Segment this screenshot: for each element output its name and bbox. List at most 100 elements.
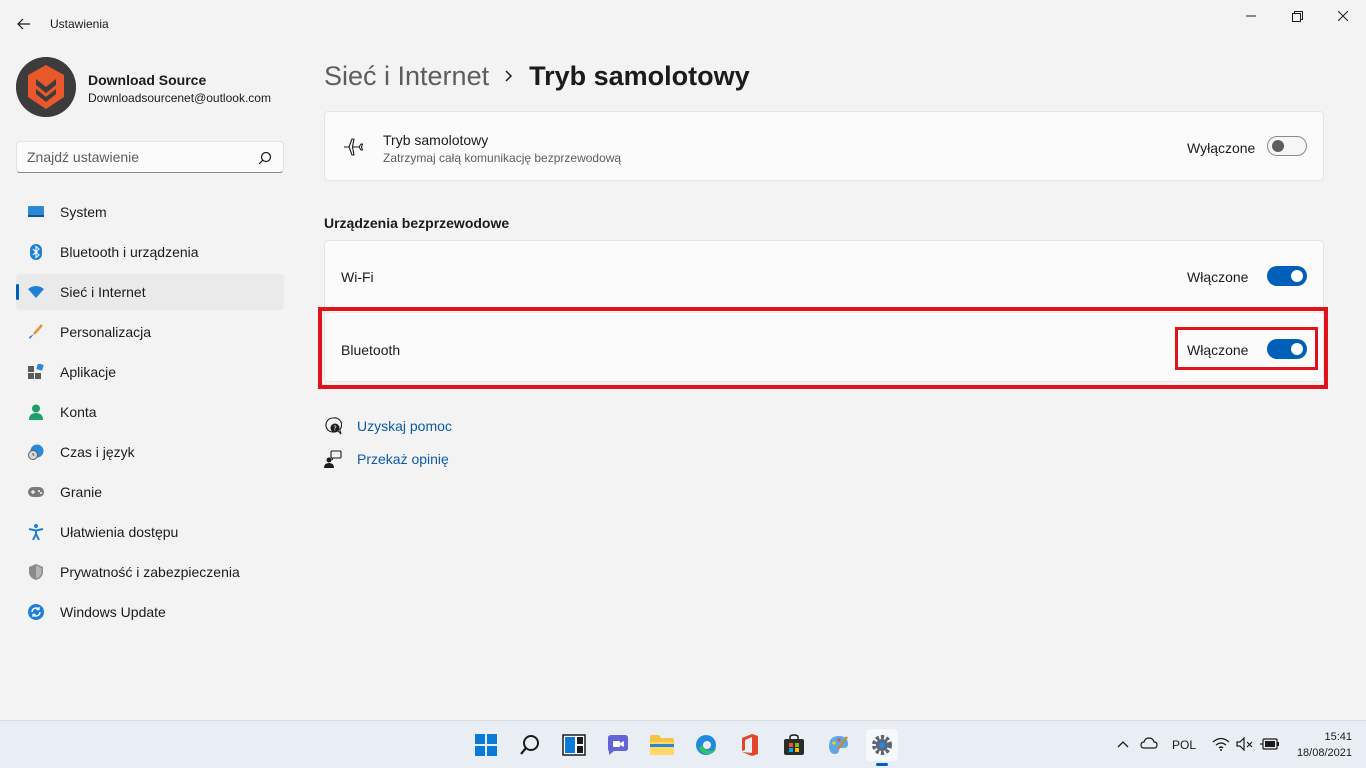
airplane-mode-title: Tryb samolotowy [383, 132, 489, 148]
section-title: Urządzenia bezprzewodowe [324, 215, 510, 231]
network-icon [28, 284, 44, 300]
restore-icon [1291, 10, 1303, 22]
back-button[interactable] [12, 12, 36, 36]
airplane-mode-description: Zatrzymaj całą komunikację bezprzewodową [383, 151, 622, 165]
sidebar-item-label: Windows Update [60, 604, 166, 620]
close-icon [1338, 11, 1348, 21]
airplane-mode-card: Tryb samolotowy Zatrzymaj całą komunikac… [324, 111, 1324, 181]
toggle-knob [1272, 140, 1284, 152]
sidebar-item-label: Czas i język [60, 444, 135, 460]
battery-tray-button[interactable] [1260, 737, 1280, 754]
taskbar: POL 15:41 18/08/2021 [0, 720, 1366, 768]
window-title: Ustawienia [50, 17, 109, 31]
breadcrumb: Sieć i Internet Tryb samolotowy [324, 58, 750, 94]
battery-charging-icon [1260, 738, 1279, 750]
office-button[interactable] [734, 729, 766, 761]
back-arrow-icon [17, 18, 30, 30]
svg-text:?: ? [333, 425, 337, 433]
volume-tray-button[interactable] [1236, 736, 1254, 754]
onedrive-tray-button[interactable] [1140, 737, 1158, 752]
close-button[interactable] [1320, 0, 1366, 32]
task-view-icon [562, 734, 586, 756]
task-view-button[interactable] [558, 729, 590, 761]
sidebar-item-system[interactable]: System [16, 194, 284, 230]
sidebar-item-privacy[interactable]: Prywatność i zabezpieczenia [16, 554, 284, 590]
edge-button[interactable] [690, 729, 722, 761]
breadcrumb-parent[interactable]: Sieć i Internet [324, 61, 489, 92]
help-icon: ? [325, 417, 342, 435]
bluetooth-icon [28, 244, 44, 260]
sidebar-item-label: System [60, 204, 107, 220]
settings-button[interactable] [866, 729, 898, 766]
sidebar-item-label: Granie [60, 484, 103, 500]
sidebar-item-label: Konta [60, 404, 97, 420]
clock-date: 18/08/2021 [1296, 747, 1352, 759]
network-tray-button[interactable] [1212, 737, 1230, 754]
paint-button[interactable] [822, 729, 854, 761]
get-help-label[interactable]: Uzyskaj pomoc [357, 418, 452, 434]
title-bar: Ustawienia [0, 0, 1366, 48]
office-icon [742, 734, 758, 756]
airplane-mode-state: Wyłączone [1187, 140, 1256, 156]
search-input[interactable] [27, 148, 247, 166]
minimize-button[interactable] [1228, 0, 1274, 32]
store-icon [784, 734, 804, 755]
search-box[interactable] [16, 141, 284, 173]
wifi-label: Wi-Fi [341, 269, 374, 285]
volume-muted-icon [1236, 736, 1253, 752]
taskbar-search-button[interactable] [514, 729, 546, 761]
edge-icon [696, 735, 716, 755]
sidebar-item-network[interactable]: Sieć i Internet [16, 274, 284, 310]
brush-icon [28, 324, 44, 340]
sidebar-item-label: Aplikacje [60, 364, 117, 380]
accessibility-icon [28, 524, 44, 540]
get-help-link[interactable]: ? Uzyskaj pomoc [324, 417, 452, 435]
sidebar-item-time-language[interactable]: Czas i język [16, 434, 284, 470]
clock[interactable]: 15:41 18/08/2021 [1297, 729, 1352, 761]
search-icon [520, 735, 539, 755]
airplane-mode-toggle[interactable] [1267, 136, 1307, 156]
toggle-knob [1291, 270, 1303, 282]
wifi-toggle[interactable] [1267, 266, 1307, 286]
system-icon [28, 204, 44, 220]
start-icon [475, 734, 497, 756]
sidebar-item-accessibility[interactable]: Ułatwienia dostępu [16, 514, 284, 550]
feedback-icon [324, 450, 342, 468]
profile-email: Downloadsourcenet@outlook.com [88, 91, 271, 105]
sidebar-item-label: Personalizacja [60, 324, 152, 340]
settings-icon [872, 735, 892, 755]
wifi-icon [1212, 737, 1230, 751]
chevron-up-icon [1117, 741, 1129, 748]
shield-icon [28, 564, 44, 580]
minimize-icon [1246, 15, 1256, 17]
store-button[interactable] [778, 729, 810, 761]
apps-icon [28, 364, 44, 380]
avatar[interactable] [16, 57, 76, 117]
sidebar-nav: System Bluetooth i urządzenia Sieć i Int… [16, 194, 284, 634]
sidebar-item-label: Bluetooth i urządzenia [60, 244, 199, 260]
page-title: Tryb samolotowy [529, 60, 750, 91]
file-explorer-button[interactable] [646, 729, 678, 761]
windows-update-icon [28, 604, 44, 620]
download-source-logo-icon [16, 57, 76, 117]
profile-name: Download Source [88, 72, 207, 88]
sidebar-item-bluetooth[interactable]: Bluetooth i urządzenia [16, 234, 284, 270]
restore-button[interactable] [1274, 0, 1320, 32]
sidebar-item-personalization[interactable]: Personalizacja [16, 314, 284, 350]
active-app-indicator [876, 763, 888, 766]
sidebar-item-label: Sieć i Internet [60, 284, 146, 300]
wifi-card: Wi-Fi Włączone [324, 240, 1324, 312]
sidebar-item-windows-update[interactable]: Windows Update [16, 594, 284, 630]
sidebar-item-gaming[interactable]: Granie [16, 474, 284, 510]
chat-button[interactable] [602, 729, 634, 761]
sidebar-item-label: Ułatwienia dostępu [60, 524, 179, 540]
give-feedback-label[interactable]: Przekaż opinię [357, 451, 449, 467]
sidebar-item-accounts[interactable]: Konta [16, 394, 284, 430]
paint-icon [829, 736, 848, 754]
sidebar-item-apps[interactable]: Aplikacje [16, 354, 284, 390]
show-hidden-icons-button[interactable] [1117, 737, 1129, 751]
start-button[interactable] [470, 729, 502, 761]
language-indicator[interactable]: POL [1172, 738, 1196, 752]
give-feedback-link[interactable]: Przekaż opinię [324, 450, 449, 468]
search-icon[interactable] [257, 150, 273, 166]
